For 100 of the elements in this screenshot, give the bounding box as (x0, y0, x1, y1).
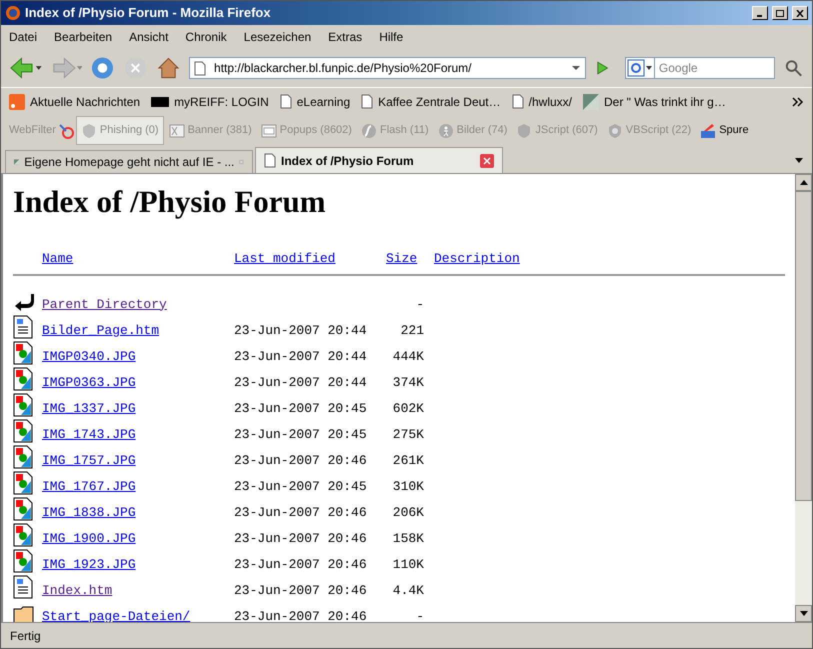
modified-date: 23-Jun-2007 20:46 (234, 452, 367, 468)
bookmark-label: myREIFF: LOGIN (174, 94, 269, 110)
menu-item[interactable]: Chronik (185, 28, 227, 46)
address-field[interactable]: http://blackarcher.bl.funpic.de/Physio%20Forum/ (189, 57, 586, 79)
image-file-icon (13, 471, 33, 495)
bookmark-item[interactable]: /hwluxx/ (512, 92, 576, 110)
file-size: 221 (400, 322, 424, 338)
image-file-icon (13, 445, 33, 469)
google-icon[interactable] (624, 57, 655, 79)
image-file-icon (13, 549, 33, 573)
column-header-link[interactable]: Description (434, 251, 520, 266)
search-field[interactable]: Google (654, 57, 775, 79)
filter-icon[interactable] (56, 122, 75, 140)
modified-date: 23-Jun-2007 20:45 (234, 400, 367, 416)
bookmark-item[interactable]: Aktuelle Nachrichten (9, 92, 144, 110)
bookmark-label: Aktuelle Nachrichten (30, 94, 140, 110)
menu-item[interactable]: Lesezeichen (244, 28, 312, 46)
file-link[interactable]: IMG_1743.JPG (42, 426, 136, 442)
down-arrow-icon[interactable] (800, 611, 808, 616)
file-size: 158K (392, 530, 424, 546)
bookmark-item[interactable]: Der " Was trinkt ihr g… (583, 92, 730, 110)
menu-item[interactable]: Extras (328, 28, 362, 46)
file-link[interactable]: Start_page-Dateien/ (42, 608, 190, 622)
file-size: 602K (392, 400, 424, 416)
modified-date: 23-Jun-2007 20:44 (234, 348, 367, 364)
banner-icon (168, 122, 185, 138)
modified-date: 23-Jun-2007 20:46 (234, 504, 367, 520)
file-link[interactable]: IMGP0340.JPG (42, 348, 136, 364)
maximize-icon (776, 10, 784, 16)
file-link[interactable]: IMG_1757.JPG (42, 452, 136, 468)
caret-icon (795, 158, 803, 162)
file-link[interactable]: Parent Directory (42, 296, 167, 312)
file-size: 206K (392, 504, 424, 520)
file-size: 110K (392, 556, 424, 572)
shield-icon (80, 122, 97, 138)
modified-date: 23-Jun-2007 20:46 (234, 582, 367, 598)
home-icon[interactable] (156, 55, 182, 81)
rss-icon (9, 94, 25, 110)
bookmark-item[interactable]: myREIFF: LOGIN (151, 92, 273, 110)
close-icon[interactable] (480, 154, 494, 168)
menu-item[interactable]: Hilfe (379, 28, 404, 46)
image-file-icon (13, 523, 33, 547)
bookmark-label: eLearning (296, 94, 350, 110)
shield-icon (606, 122, 623, 138)
eraser-icon (700, 122, 716, 138)
filter-button[interactable]: Spure (696, 116, 753, 145)
file-size: 310K (392, 478, 424, 494)
modified-date: 23-Jun-2007 20:44 (234, 374, 367, 390)
file-size: 444K (392, 348, 424, 364)
close-button[interactable] (792, 6, 808, 20)
page-icon (194, 60, 206, 76)
browser-tab[interactable]: Index of /Physio Forum (255, 147, 503, 173)
scrollbar[interactable] (795, 174, 812, 622)
minimize-button[interactable] (752, 6, 768, 20)
flash-icon (360, 122, 377, 138)
file-link[interactable]: IMG_1900.JPG (42, 530, 136, 546)
close-icon (796, 10, 804, 16)
modified-date: 23-Jun-2007 20:46 (234, 608, 367, 622)
tab-label: Index of /Physio Forum (281, 152, 415, 170)
browser-tab[interactable]: Eigene Homepage geht nicht auf IE - ... (5, 150, 253, 173)
up-arrow-icon[interactable] (800, 180, 808, 185)
modified-date: 23-Jun-2007 20:44 (234, 322, 367, 338)
menu-item[interactable]: Bearbeiten (54, 28, 112, 46)
bookmark-label: Der " Was trinkt ihr g… (604, 94, 726, 110)
menu-item[interactable]: Ansicht (129, 28, 168, 46)
image-file-icon (13, 393, 33, 417)
page-icon (361, 94, 374, 109)
modified-date: 23-Jun-2007 20:45 (234, 426, 367, 442)
file-link[interactable]: IMG_1337.JPG (42, 400, 136, 416)
document-icon (13, 575, 33, 599)
address-text: http://blackarcher.bl.funpic.de/Physio%20Forum/ (214, 60, 472, 77)
chevron-icon[interactable] (792, 96, 804, 106)
site-icon (583, 94, 599, 110)
modified-date: 23-Jun-2007 20:46 (234, 530, 367, 546)
file-link[interactable]: IMGP0363.JPG (42, 374, 136, 390)
column-header-link[interactable]: Last modified (234, 251, 336, 266)
image-file-icon (13, 367, 33, 391)
file-link[interactable]: IMG_1767.JPG (42, 478, 136, 494)
file-size: 374K (392, 374, 424, 390)
file-size: - (416, 296, 424, 312)
image-file-icon (13, 341, 33, 365)
firefox-logo-icon (5, 5, 21, 21)
file-link[interactable]: Bilder_Page.htm (42, 322, 160, 338)
column-header-link[interactable]: Size (386, 251, 418, 266)
modified-date: 23-Jun-2007 20:45 (234, 478, 367, 494)
file-link[interactable]: IMG_1923.JPG (42, 556, 136, 572)
bookmark-item[interactable]: Kaffee Zentrale Deut… (361, 92, 505, 110)
file-size: 4.4K (392, 582, 424, 598)
column-header-link[interactable]: Name (42, 251, 74, 266)
file-link[interactable]: IMG_1838.JPG (42, 504, 136, 520)
page-icon (264, 153, 276, 168)
maximize-button[interactable] (772, 6, 788, 20)
page-icon (512, 94, 524, 109)
dropdown-icon[interactable] (570, 65, 581, 71)
file-link[interactable]: Index.htm (42, 582, 112, 598)
document-icon (13, 315, 33, 339)
folder-icon (13, 605, 35, 622)
bookmark-item[interactable]: eLearning (280, 92, 354, 110)
menu-item[interactable]: Datei (9, 28, 38, 46)
back-arrow-icon[interactable] (9, 55, 42, 81)
